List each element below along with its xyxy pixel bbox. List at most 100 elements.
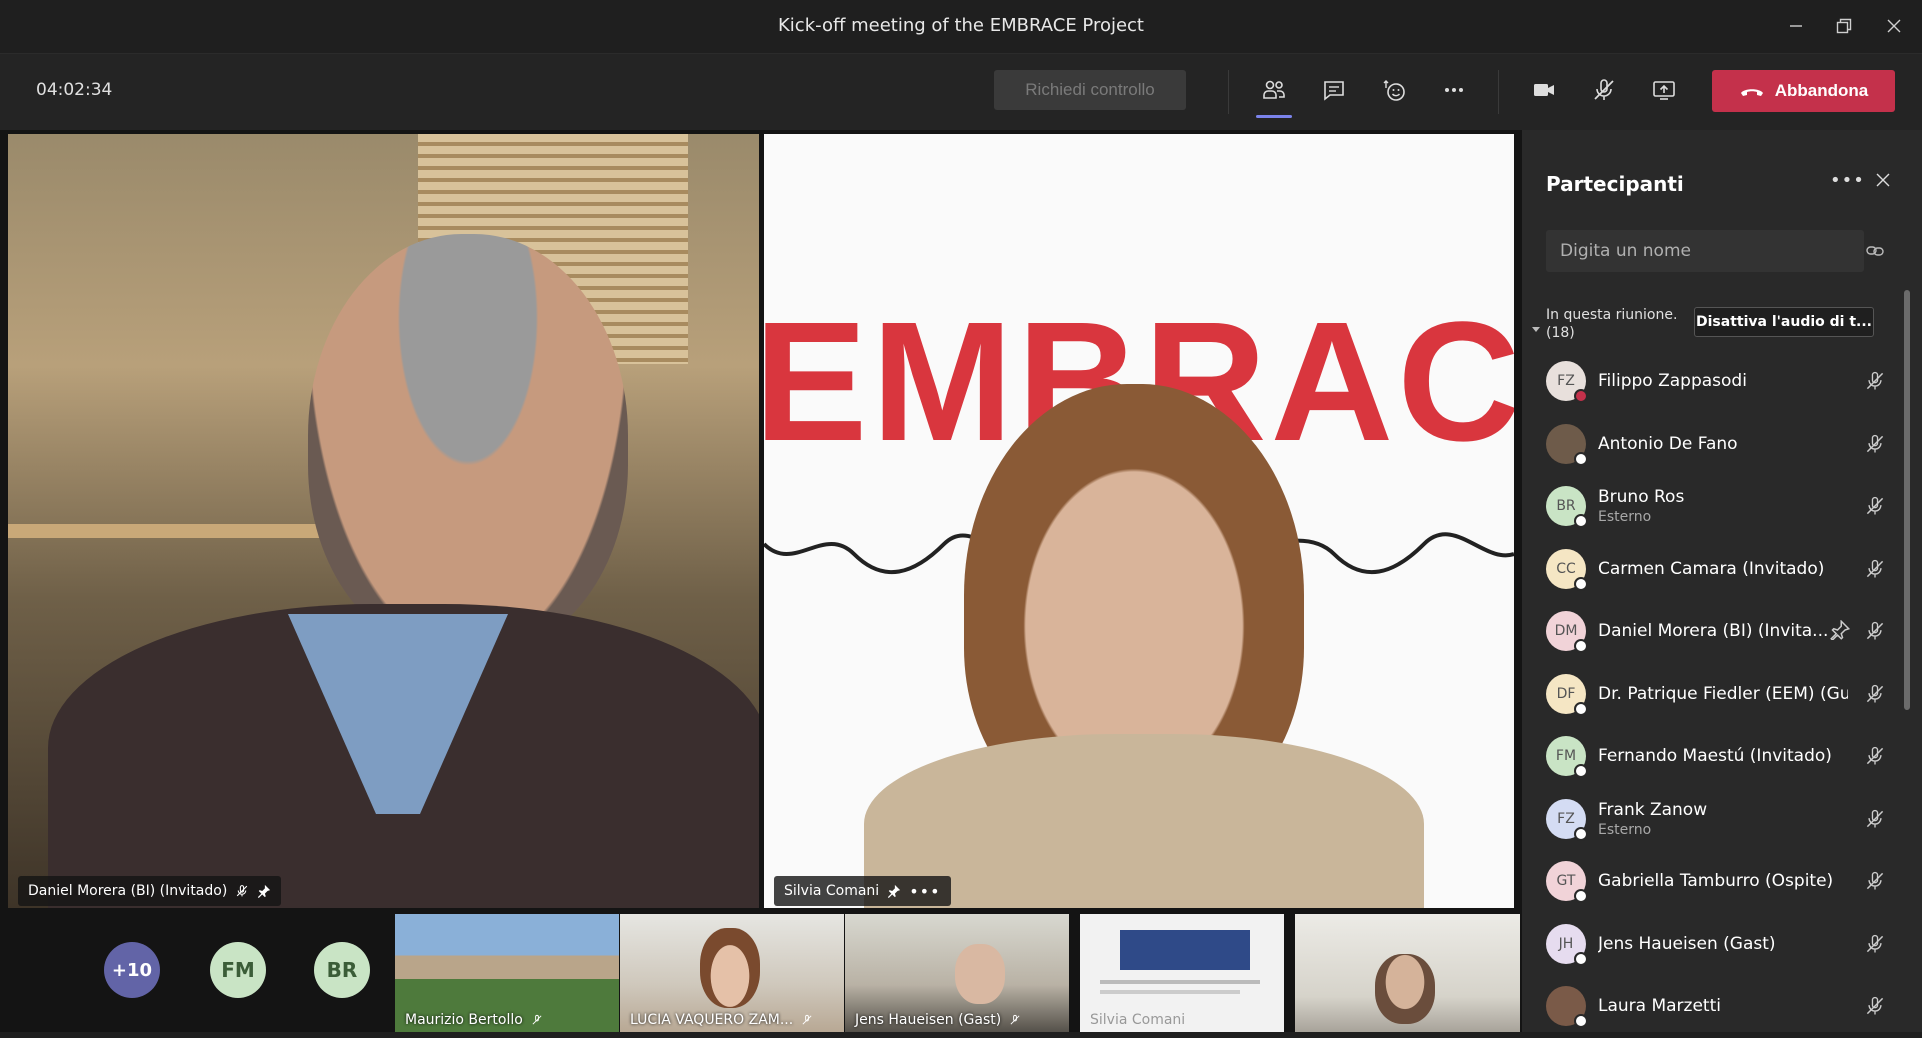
participant-name: LUCIA VAQUERO ZAM... (630, 1012, 794, 1028)
mic-off-icon (1864, 933, 1886, 955)
pin-icon[interactable] (887, 884, 901, 898)
pin-icon[interactable] (257, 884, 271, 898)
request-control-button[interactable]: Richiedi controllo (994, 70, 1186, 110)
mic-off-icon (1864, 870, 1886, 892)
avatar: JH (1546, 923, 1588, 966)
presence-status-icon (1574, 826, 1588, 841)
participant-list: FZ Filippo Zappasodi Antonio De Fano BR Brun… (1546, 350, 1886, 1038)
panel-more-icon[interactable]: ••• (1830, 170, 1865, 191)
chat-icon[interactable] (1312, 68, 1356, 112)
thumb-silvia-comani-screen[interactable]: Silvia Comani (1080, 914, 1284, 1032)
avatar-initials: FZ (1557, 810, 1575, 827)
thumb-participant[interactable] (1295, 914, 1520, 1032)
person-head (1375, 954, 1435, 1024)
mic-off-icon[interactable] (1582, 68, 1626, 112)
avatar-br[interactable]: BR (314, 942, 370, 998)
section-title: In questa riunione. (1546, 307, 1678, 323)
copy-link-icon[interactable] (1864, 240, 1886, 266)
participant-name: Silvia Comani (1090, 1012, 1186, 1028)
mic-off-icon (1010, 1014, 1020, 1025)
minimize-icon[interactable] (1774, 10, 1818, 42)
participant-name: Gabriella Tamburro (Ospite) (1598, 871, 1834, 892)
mic-off-icon (1864, 433, 1886, 455)
title-bar: Kick-off meeting of the EMBRACE Project (0, 0, 1922, 54)
participant-row[interactable]: CC Carmen Camara (Invitado) (1546, 538, 1886, 601)
presence-status-icon (1574, 389, 1588, 404)
avatar: FZ (1546, 361, 1588, 404)
participant-row[interactable]: FZ Filippo Zappasodi (1546, 350, 1886, 413)
thumb-jens-haueisen[interactable]: Jens Haueisen (Gast) (845, 914, 1069, 1032)
participants-panel: Partecipanti ••• In questa riunione. (18… (1522, 130, 1922, 1032)
panel-close-icon[interactable] (1876, 172, 1890, 191)
presence-status-icon (1574, 889, 1588, 904)
avatar-initials: FM (1555, 748, 1577, 765)
share-icon[interactable] (1642, 68, 1686, 112)
mute-all-button[interactable]: Disattiva l'audio di t... (1694, 307, 1874, 337)
participant-row[interactable]: Laura Marzetti (1546, 975, 1886, 1038)
participant-row[interactable]: FZ Frank Zanow Esterno (1546, 788, 1886, 851)
pin-icon[interactable] (1830, 619, 1852, 642)
video-tile-silvia-comani[interactable]: EMBRACE Silvia Comani ••• (764, 134, 1514, 908)
more-options-icon[interactable]: ••• (909, 882, 940, 901)
leave-button[interactable]: Abbandona (1712, 70, 1895, 112)
video-tile-daniel-morera[interactable]: Daniel Morera (BI) (Invitado) (8, 134, 759, 908)
avatar-initials: GT (1556, 873, 1576, 890)
participant-name: Antonio De Fano (1598, 433, 1738, 454)
avatar: FM (1546, 736, 1588, 779)
participant-subtitle: Esterno (1598, 509, 1652, 526)
presence-status-icon (1574, 639, 1588, 654)
panel-scrollbar[interactable] (1904, 290, 1910, 710)
thumb-maurizio-bertollo[interactable]: Maurizio Bertollo (395, 914, 619, 1032)
camera-icon[interactable] (1522, 68, 1566, 112)
shelf (8, 524, 338, 538)
mic-off-icon (1864, 495, 1886, 517)
meeting-toolbar: 04:02:34 Richiedi controllo Abbandona (0, 54, 1922, 130)
close-icon[interactable] (1872, 10, 1916, 42)
mic-off-icon (1864, 558, 1886, 580)
participant-name: Laura Marzetti (1598, 996, 1721, 1017)
presence-status-icon (1574, 514, 1588, 529)
person-head (700, 928, 760, 1008)
window-title: Kick-off meeting of the EMBRACE Project (778, 15, 1144, 36)
avatar (1546, 423, 1588, 466)
avatar: DF (1546, 673, 1588, 716)
avatar-fm[interactable]: FM (210, 942, 266, 998)
mic-off-icon (237, 885, 248, 897)
avatar-initials: CC (1556, 560, 1576, 577)
presence-status-icon (1574, 951, 1588, 966)
participant-row[interactable]: DM Daniel Morera (BI) (Invita... (1546, 600, 1886, 663)
mic-off-icon (802, 1014, 812, 1025)
more-icon[interactable] (1432, 68, 1476, 112)
chevron-down-icon[interactable] (1532, 318, 1540, 337)
participant-row[interactable]: JH Jens Haueisen (Gast) (1546, 913, 1886, 976)
avatar-initials: DF (1556, 685, 1576, 702)
thumb-lucia-vaquero[interactable]: LUCIA VAQUERO ZAM... (620, 914, 844, 1032)
participant-row[interactable]: DF Dr. Patrique Fiedler (EEM) (Gu... (1546, 663, 1886, 726)
participant-name: Jens Haueisen (Gast) (1598, 933, 1776, 954)
presence-status-icon (1574, 576, 1588, 591)
mic-off-icon (1864, 995, 1886, 1017)
participant-count: (18) (1546, 325, 1575, 341)
reactions-icon[interactable] (1372, 68, 1416, 112)
participant-name: Jens Haueisen (Gast) (855, 1012, 1002, 1028)
section-label: In questa riunione. (18) (1546, 306, 1677, 342)
participant-search-input[interactable] (1546, 230, 1864, 272)
participant-name: Filippo Zappasodi (1598, 371, 1747, 392)
participant-row[interactable]: FM Fernando Maestú (Invitado) (1546, 725, 1886, 788)
participant-row[interactable]: BR Bruno Ros Esterno (1546, 475, 1886, 538)
avatar-initials: JH (1558, 935, 1574, 952)
avatar: CC (1546, 548, 1588, 591)
participant-name: Daniel Morera (BI) (Invitado) (28, 883, 228, 899)
video-stage: Daniel Morera (BI) (Invitado) EMBRACE Si… (0, 130, 1522, 1032)
participant-row[interactable]: GT Gabriella Tamburro (Ospite) (1546, 850, 1886, 913)
presence-status-icon (1574, 764, 1588, 779)
mic-off-icon (532, 1014, 542, 1025)
mic-off-icon (1864, 683, 1886, 705)
avatar-initials: DM (1554, 623, 1578, 640)
overflow-count[interactable]: +10 (104, 942, 160, 998)
participants-icon[interactable] (1252, 68, 1296, 118)
participant-row[interactable]: Antonio De Fano (1546, 413, 1886, 476)
participant-name: Carmen Camara (Invitado) (1598, 558, 1825, 579)
restore-icon[interactable] (1822, 10, 1866, 42)
avatar: DM (1546, 611, 1588, 654)
